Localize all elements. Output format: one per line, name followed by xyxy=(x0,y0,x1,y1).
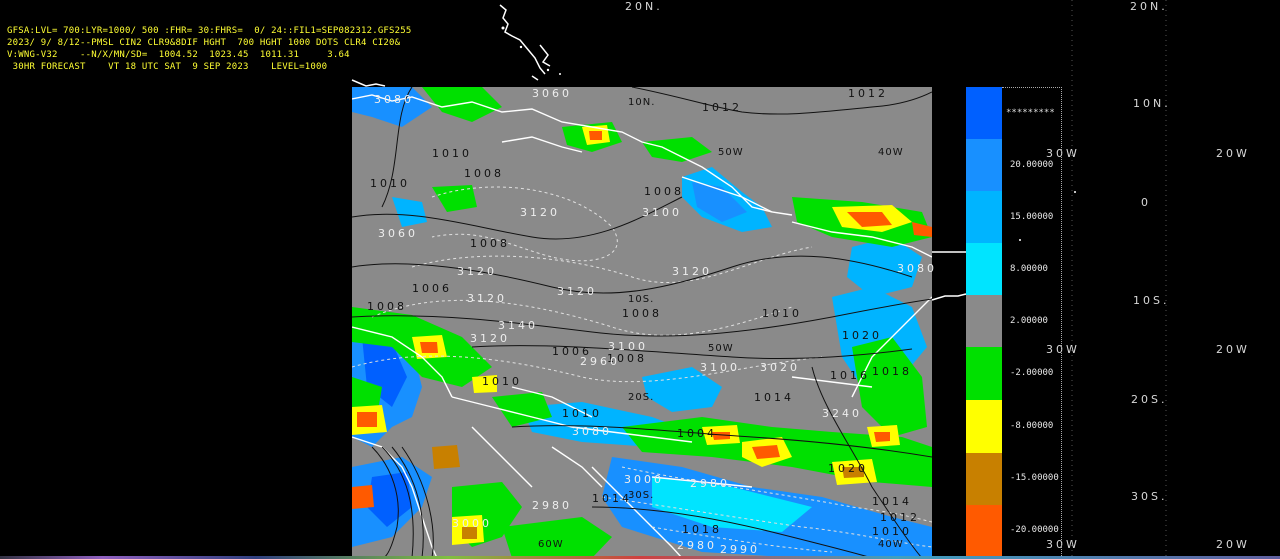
color-bar xyxy=(966,87,1002,558)
contour-label: 3120 xyxy=(457,265,497,278)
contour-label: 3080 xyxy=(572,425,612,438)
contour-label: 3120 xyxy=(520,206,560,219)
contour-label: 3080 xyxy=(897,262,937,275)
label-20w-b: 20W xyxy=(1216,343,1250,356)
color-bar-segment xyxy=(966,191,1002,243)
contour-label: 3120 xyxy=(467,292,507,305)
contour-label: 1010 xyxy=(370,177,410,190)
label-20s-right: 20S. xyxy=(1131,393,1168,406)
contour-label: 1014 xyxy=(872,495,912,508)
map-label-40w-b: 40W xyxy=(878,539,904,550)
contour-label: 1010 xyxy=(432,147,472,160)
map-label-40w: 40W xyxy=(878,147,904,158)
contour-label: 2980 xyxy=(532,499,572,512)
contour-label: 1012 xyxy=(848,87,888,100)
contour-label: 1010 xyxy=(482,375,522,388)
contour-label: 1016 xyxy=(830,369,870,382)
contour-label: 3120 xyxy=(672,265,712,278)
label-10n-right: 10N. xyxy=(1133,97,1171,110)
label-10s-right: 10S. xyxy=(1133,294,1170,307)
contour-label: 1008 xyxy=(644,185,684,198)
contour-label: 3120 xyxy=(470,332,510,345)
color-bar-value: 8.00000 xyxy=(1010,264,1048,274)
color-bar-value: 2.00000 xyxy=(1010,316,1048,326)
map-label-10s: 10S. xyxy=(628,294,655,305)
contour-label: 3240 xyxy=(822,407,862,420)
map-label-60w: 60W xyxy=(538,539,564,550)
contour-label: 1014 xyxy=(754,391,794,404)
map-label-30s: 30S. xyxy=(628,490,655,501)
contour-label: 3120 xyxy=(557,285,597,298)
contour-label: 3100 xyxy=(608,340,648,353)
contour-label: 3000 xyxy=(624,473,664,486)
label-20w-a: 20W xyxy=(1216,147,1250,160)
contour-label: 2960 xyxy=(580,355,620,368)
contour-label: 1010 xyxy=(872,525,912,538)
contour-label: 2980 xyxy=(677,539,717,552)
contour-label: 3000 xyxy=(452,517,492,530)
map-label-10n: 10N. xyxy=(628,97,656,108)
color-bar-stars: ********* xyxy=(1006,108,1055,118)
color-bar-segment xyxy=(966,400,1002,453)
label-30s-right: 30S. xyxy=(1131,490,1168,503)
contour-label: 1004 xyxy=(677,427,717,440)
contour-label: 1008 xyxy=(367,300,407,313)
contour-label: 1010 xyxy=(762,307,802,320)
color-bar-value: -20.00000 xyxy=(1010,525,1059,535)
contour-label: 1008 xyxy=(470,237,510,250)
contour-label: 1020 xyxy=(828,462,868,475)
color-bar-segment xyxy=(966,295,1002,347)
label-20w-c: 20W xyxy=(1216,538,1250,551)
contour-label: 1018 xyxy=(682,523,722,536)
color-bar-segment xyxy=(966,243,1002,295)
color-bar-value: -2.00000 xyxy=(1010,368,1054,378)
weather-map: 1012 1012 3060 3080 3100 3120 3120 3120 … xyxy=(352,87,934,558)
map-label-20s: 20S. xyxy=(628,392,655,403)
contour-label: 2990 xyxy=(720,543,760,556)
contour-label: 3100 xyxy=(700,361,740,374)
contour-label: 3020 xyxy=(760,361,800,374)
contour-label: 3100 xyxy=(642,206,682,219)
contour-label: 1014 xyxy=(592,492,632,505)
map-label-50w-a: 50W xyxy=(718,147,744,158)
color-bar-value: 15.00000 xyxy=(1010,212,1054,222)
color-bar-value: 20.00000 xyxy=(1010,160,1054,170)
contour-label: 1018 xyxy=(872,365,912,378)
color-bar-value: -8.00000 xyxy=(1010,421,1054,431)
contour-label: 3140 xyxy=(498,319,538,332)
contour-label: 3060 xyxy=(532,87,572,100)
color-bar-segment xyxy=(966,505,1002,558)
contour-label: 1008 xyxy=(622,307,662,320)
color-bar-segment xyxy=(966,347,1002,400)
contour-label: 1006 xyxy=(412,282,452,295)
contour-label: 1020 xyxy=(842,329,882,342)
contour-label: 3080 xyxy=(374,93,414,106)
contour-label: 1012 xyxy=(880,511,920,524)
contour-label: 3060 xyxy=(378,227,418,240)
color-bar-segment xyxy=(966,453,1002,505)
label-0-right: 0 xyxy=(1141,196,1151,209)
label-20n-top-a: 20N. xyxy=(625,0,663,13)
contour-label: 1008 xyxy=(464,167,504,180)
color-bar-value: -15.00000 xyxy=(1010,473,1059,483)
color-bar-segment xyxy=(966,87,1002,139)
contour-label: 1010 xyxy=(562,407,602,420)
contour-label: 2980 xyxy=(690,477,730,490)
color-bar-segment xyxy=(966,139,1002,191)
map-label-50w-b: 50W xyxy=(708,343,734,354)
label-20n-top-b: 20N. xyxy=(1130,0,1168,13)
contour-label: 1012 xyxy=(702,101,742,114)
